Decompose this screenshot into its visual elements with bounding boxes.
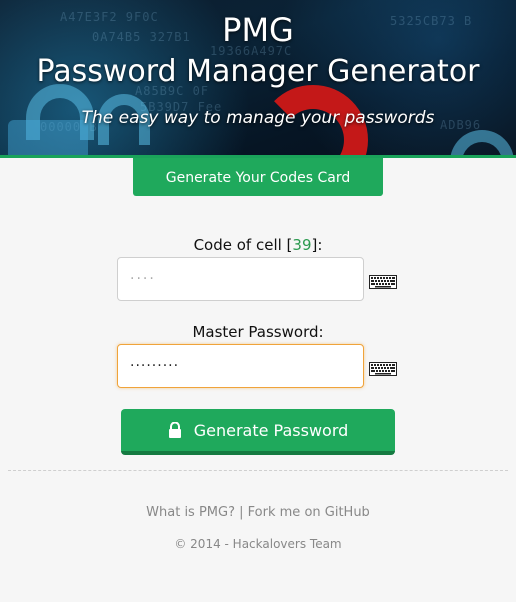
generate-password-label: Generate Password (193, 420, 349, 440)
keyboard-icon[interactable] (369, 275, 397, 289)
generate-codes-card-button[interactable]: Generate Your Codes Card (133, 158, 383, 196)
footer-separator: | (239, 505, 244, 520)
lock-icon (168, 422, 181, 438)
app-tagline: The easy way to manage your passwords (81, 108, 435, 128)
code-cell-label-suffix: ]: (311, 236, 323, 254)
header-banner: 5325CB73 B A47E3F2 9F0C 0A74B5 327B1 193… (0, 0, 516, 155)
what-is-pmg-link[interactable]: What is PMG? (146, 505, 235, 520)
generate-password-button[interactable]: Generate Password (121, 409, 395, 455)
app-subtitle: Password Manager Generator (36, 54, 480, 89)
footer-links: What is PMG? | Fork me on GitHub (0, 505, 516, 520)
keyboard-icon[interactable] (369, 362, 397, 376)
github-link[interactable]: Fork me on GitHub (248, 505, 370, 520)
code-cell-input[interactable] (117, 257, 364, 301)
master-password-input[interactable] (117, 344, 364, 388)
code-cell-label-prefix: Code of cell [ (193, 236, 293, 254)
section-divider (8, 470, 508, 471)
code-cell-label: Code of cell [39]: (0, 236, 516, 254)
master-password-label: Master Password: (192, 323, 324, 341)
app-title: PMG (222, 11, 294, 49)
cell-number: 39 (292, 236, 312, 254)
copyright: © 2014 - Hackalovers Team (174, 537, 342, 551)
padlock-shackle-decoration (450, 130, 514, 155)
